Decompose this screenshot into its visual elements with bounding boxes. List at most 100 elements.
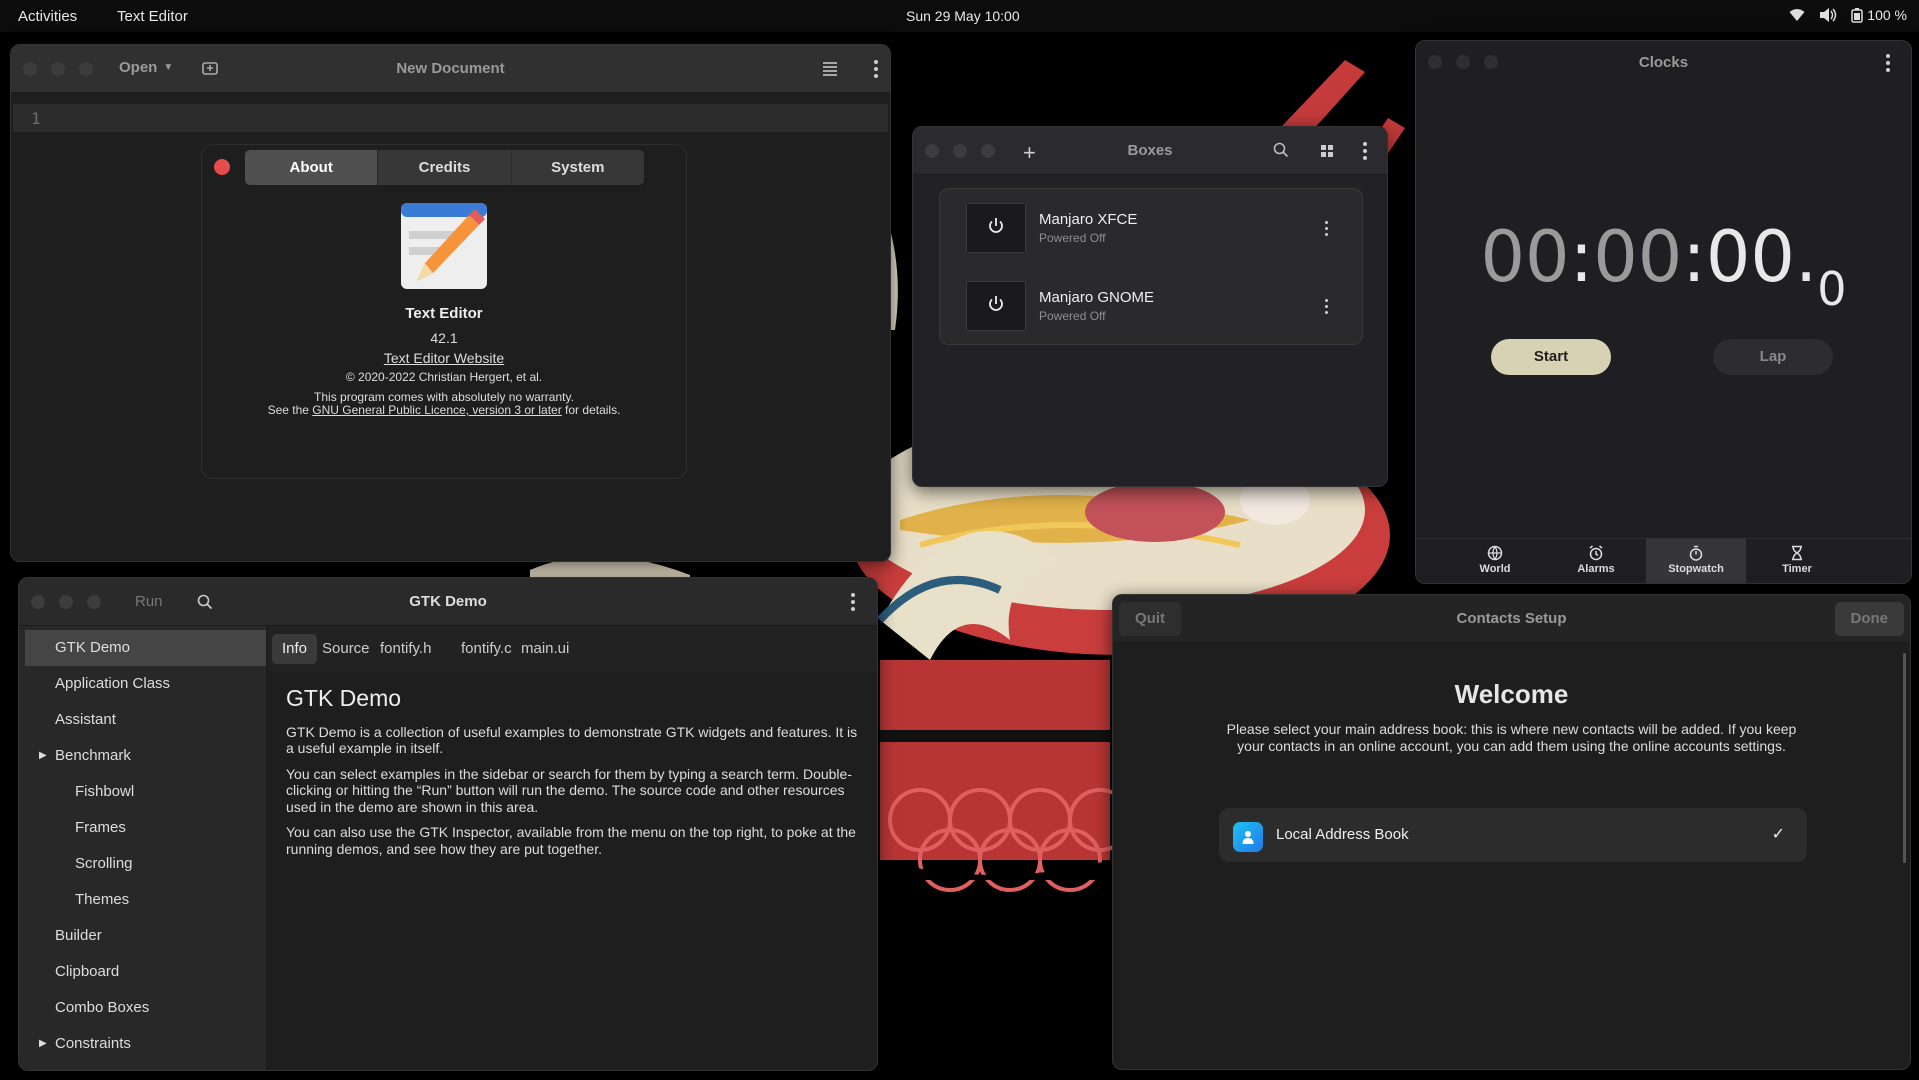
activities-button[interactable]: Activities (18, 8, 77, 25)
maximize-window-button[interactable] (981, 144, 995, 158)
quit-button[interactable]: Quit (1119, 602, 1181, 636)
text-editor-headerbar: Open ▼ New Document (11, 45, 890, 93)
tab-world[interactable]: World (1445, 539, 1545, 583)
minimize-window-button[interactable] (51, 62, 65, 76)
tab-credits[interactable]: Credits (378, 150, 512, 185)
sidebar-subitem[interactable]: Themes (25, 882, 266, 918)
contacts-setup-window: Quit Contacts Setup Done Welcome Please … (1112, 594, 1911, 1070)
wifi-icon (1789, 8, 1805, 22)
run-button[interactable]: Run (135, 593, 163, 610)
system-tray[interactable]: 100 % (1789, 7, 1907, 23)
maximize-window-button[interactable] (79, 62, 93, 76)
app-menu[interactable]: Text Editor (117, 8, 188, 25)
scrollbar[interactable] (1903, 653, 1906, 863)
search-icon[interactable] (1273, 142, 1289, 163)
tab-alarms[interactable]: Alarms (1546, 539, 1646, 583)
sidebar-item[interactable]: Assistant (25, 702, 266, 738)
info-paragraph: GTK Demo is a collection of useful examp… (286, 723, 858, 757)
contacts-title: Contacts Setup (1456, 610, 1567, 627)
warranty-text: This program comes with absolutely no wa… (314, 390, 574, 404)
stopwatch-display: 00:00:00.0 (1416, 216, 1911, 316)
machine-row[interactable]: Manjaro XFCE Powered Off (940, 189, 1362, 267)
text-editor-window: Open ▼ New Document 1 About Credits Syst… (10, 44, 891, 562)
line-number: 1 (31, 109, 41, 128)
window-controls (31, 595, 101, 609)
close-window-button[interactable] (925, 144, 939, 158)
gtk-demo-headerbar: Run GTK Demo (19, 578, 877, 626)
done-button[interactable]: Done (1834, 602, 1904, 636)
minimize-window-button[interactable] (1456, 55, 1470, 69)
sidebar-item[interactable]: Application Class (25, 666, 266, 702)
app-name: Text Editor (405, 305, 483, 322)
more-options-icon[interactable] (1355, 139, 1375, 163)
sidebar-subitem[interactable]: Fishbowl (25, 774, 266, 810)
source-tabs: Info Source fontify.h fontify.c main.ui (268, 626, 877, 671)
website-link[interactable]: Text Editor Website (384, 350, 504, 366)
hamburger-menu-icon[interactable] (821, 60, 839, 81)
text-editor-app-icon (399, 201, 491, 293)
tab-stopwatch[interactable]: Stopwatch (1646, 539, 1746, 583)
minimize-window-button[interactable] (953, 144, 967, 158)
sidebar-subitem[interactable]: Scrolling (25, 846, 266, 882)
search-icon[interactable] (197, 594, 213, 615)
sidebar-item[interactable]: Combo Boxes (25, 990, 266, 1026)
power-button[interactable] (966, 203, 1026, 253)
more-options-icon[interactable] (1878, 51, 1898, 75)
open-button[interactable]: Open ▼ (119, 59, 173, 76)
close-window-button[interactable] (1428, 55, 1442, 69)
about-tab-switcher: About Credits System (245, 150, 644, 185)
sidebar-item-label: Benchmark (55, 747, 131, 764)
power-button[interactable] (966, 281, 1026, 331)
add-icon[interactable]: + (1023, 140, 1036, 166)
more-options-icon[interactable] (843, 590, 863, 614)
more-options-icon[interactable] (866, 57, 886, 81)
machine-menu-icon[interactable] (1316, 216, 1336, 240)
info-paragraph: You can also use the GTK Inspector, avai… (286, 824, 856, 857)
sidebar-item[interactable]: Builder (25, 918, 266, 954)
lap-button[interactable]: Lap (1713, 339, 1833, 375)
start-button[interactable]: Start (1491, 339, 1611, 375)
close-window-button[interactable] (23, 62, 37, 76)
machine-name: Manjaro GNOME (1039, 289, 1155, 306)
tab-timer[interactable]: Timer (1747, 539, 1847, 583)
separator: . (1794, 216, 1818, 298)
sidebar-item[interactable]: GTK Demo (25, 630, 266, 666)
maximize-window-button[interactable] (1484, 55, 1498, 69)
stopwatch-hours: 00 (1480, 216, 1570, 298)
boxes-window: + Boxes Manjaro XFCE Powered Off Manjaro… (912, 126, 1388, 487)
new-tab-icon[interactable] (201, 59, 219, 82)
sidebar-item-expander[interactable]: ▶ Constraints (25, 1026, 266, 1062)
tab-about[interactable]: About (245, 150, 379, 185)
grid-view-icon[interactable] (1321, 144, 1333, 162)
app-version: 42.1 (430, 330, 458, 346)
expander-arrow-icon: ▶ (39, 750, 47, 761)
info-heading: GTK Demo (286, 685, 402, 711)
sidebar-subitem[interactable]: Frames (25, 810, 266, 846)
tab-main-ui[interactable]: main.ui (511, 634, 579, 664)
info-panel: GTK Demo GTK Demo is a collection of use… (286, 685, 863, 866)
tab-info[interactable]: Info (272, 634, 318, 664)
maximize-window-button[interactable] (87, 595, 101, 609)
stopwatch-icon (1646, 545, 1746, 561)
sidebar-item-label: Constraints (55, 1035, 131, 1052)
clocks-window: Clocks 00:00:00.0 Start Lap World Alarms… (1415, 40, 1912, 584)
boxes-headerbar: + Boxes (913, 127, 1387, 175)
close-window-button[interactable] (31, 595, 45, 609)
address-book-icon (1233, 822, 1263, 852)
about-dialog: About Credits System Text Editor 42.1 Te… (201, 144, 687, 479)
demo-sidebar: GTK Demo Application Class Assistant ▶ B… (19, 626, 267, 1070)
license-link[interactable]: GNU General Public Licence, version 3 or… (312, 403, 561, 417)
tab-fontify-h[interactable]: fontify.h (370, 634, 441, 664)
machine-row[interactable]: Manjaro GNOME Powered Off (940, 267, 1362, 345)
power-icon (987, 295, 1005, 318)
sidebar-item[interactable]: Clipboard (25, 954, 266, 990)
minimize-window-button[interactable] (59, 595, 73, 609)
machine-menu-icon[interactable] (1316, 294, 1336, 318)
alarm-icon (1546, 545, 1646, 561)
address-book-row[interactable]: Local Address Book ✓ (1219, 808, 1807, 862)
close-dialog-button[interactable] (214, 159, 230, 175)
machine-list: Manjaro XFCE Powered Off Manjaro GNOME P… (939, 188, 1363, 345)
sidebar-item-expander[interactable]: ▶ Benchmark (25, 738, 266, 774)
tab-system[interactable]: System (512, 150, 644, 185)
clock-datetime[interactable]: Sun 29 May 10:00 (906, 8, 1020, 24)
